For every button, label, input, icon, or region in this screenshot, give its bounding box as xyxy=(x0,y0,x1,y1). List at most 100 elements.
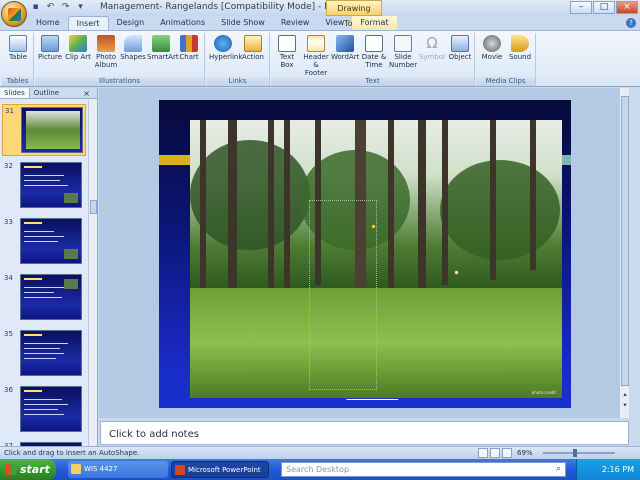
clock[interactable]: 2:16 PM xyxy=(602,465,634,474)
help-icon[interactable]: ? xyxy=(626,18,636,28)
photo-album-icon xyxy=(97,35,115,52)
slides-pane-scrollbar[interactable] xyxy=(88,100,97,446)
header-footer-button[interactable]: Header & Footer xyxy=(302,35,330,77)
thumbnail-text-line xyxy=(24,297,62,298)
tab-design[interactable]: Design xyxy=(109,16,153,30)
zoom-slider[interactable] xyxy=(543,449,615,457)
movie-button[interactable]: Movie xyxy=(478,35,506,61)
hyperlink-button-label: Hyperlink xyxy=(209,53,243,61)
slide-thumbnail-image xyxy=(21,107,83,153)
slide-thumbnail-image xyxy=(20,330,82,376)
start-button[interactable]: start xyxy=(0,459,56,480)
search-icon[interactable]: ⌕ xyxy=(556,464,561,474)
adjustment-handle[interactable] xyxy=(371,224,376,229)
save-icon[interactable]: ▪ xyxy=(30,2,41,13)
slide-thumbnail[interactable]: 33 xyxy=(2,216,86,268)
undo-icon[interactable]: ↶ xyxy=(45,2,56,13)
window-controls: – □ × xyxy=(570,1,638,14)
movie-button-label: Movie xyxy=(481,53,503,61)
picture-button[interactable]: Picture xyxy=(36,35,64,61)
slide-thumbnail[interactable]: 35 xyxy=(2,328,86,380)
scrollbar-thumb[interactable] xyxy=(621,96,629,386)
table-button[interactable]: Table xyxy=(4,35,32,61)
zoom-level[interactable]: 69% xyxy=(517,449,533,457)
text-box-button[interactable]: Text Box xyxy=(273,35,301,69)
next-slide-icon[interactable]: ⯆ xyxy=(621,402,629,410)
slide-thumbnails: 31 32 33 34 35 36 37 xyxy=(0,100,88,446)
slide-scrollbar[interactable]: ⯅ ⯆ xyxy=(619,88,629,418)
thumbnail-title xyxy=(24,166,42,168)
shapes-button[interactable]: Shapes xyxy=(119,35,147,61)
tab-insert[interactable]: Insert xyxy=(67,16,109,30)
hyperlink-button[interactable]: Hyperlink xyxy=(209,35,242,61)
office-button[interactable] xyxy=(1,1,27,27)
redo-icon[interactable]: ↷ xyxy=(60,2,71,13)
tab-view[interactable]: View xyxy=(317,16,352,30)
slide-number-button[interactable]: Slide Number xyxy=(389,35,417,69)
slide-thumbnail[interactable]: 36 xyxy=(2,384,86,436)
wordart-button[interactable]: WordArt xyxy=(331,35,359,61)
calendar-icon xyxy=(365,35,383,52)
tab-review[interactable]: Review xyxy=(273,16,318,30)
chart-button-label: Chart xyxy=(179,53,199,61)
qat-dropdown-icon[interactable]: ▾ xyxy=(75,2,86,13)
autoshape-outline[interactable] xyxy=(309,200,377,390)
resize-handle[interactable] xyxy=(454,270,459,275)
clip-art-button[interactable]: Clip Art xyxy=(64,35,92,61)
object-icon xyxy=(451,35,469,52)
thumbnail-text-line xyxy=(24,409,58,410)
tab-slides[interactable]: Slides xyxy=(0,88,30,98)
thumbnail-text-line xyxy=(24,231,54,232)
photo-album-button[interactable]: Photo Album xyxy=(92,35,120,69)
thumbnail-text-line xyxy=(24,185,68,186)
close-button[interactable]: × xyxy=(616,1,638,14)
title-bar: ▪ ↶ ↷ ▾ Management- Rangelands [Compatib… xyxy=(0,0,640,28)
current-slide[interactable]: Bottlebrush threeawn photo credit xyxy=(159,100,571,408)
object-button[interactable]: Object xyxy=(446,35,474,61)
desktop-search[interactable]: Search Desktop ⌕ xyxy=(281,462,566,477)
slide-number: 31 xyxy=(5,107,14,115)
tab-outline[interactable]: Outline xyxy=(30,88,63,98)
notes-pane[interactable]: Click to add notes xyxy=(100,421,629,445)
tab-animations[interactable]: Animations xyxy=(152,16,213,30)
date-time-button[interactable]: Date & Time xyxy=(360,35,388,69)
slide-show-view-button[interactable] xyxy=(502,448,512,458)
minimize-button[interactable]: – xyxy=(570,1,592,14)
slide-thumbnail[interactable]: 34 xyxy=(2,272,86,324)
taskbar-item-powerpoint[interactable]: Microsoft PowerPoint ... xyxy=(171,461,269,478)
slide-thumbnail[interactable]: 32 xyxy=(2,160,86,212)
thumbnail-text-line xyxy=(24,353,64,354)
maximize-button[interactable]: □ xyxy=(593,1,615,14)
normal-view-button[interactable] xyxy=(478,448,488,458)
search-input[interactable]: Search Desktop xyxy=(286,465,349,474)
tab-home[interactable]: Home xyxy=(28,16,68,30)
chart-button[interactable]: Chart xyxy=(175,35,203,61)
scrollbar-thumb[interactable] xyxy=(90,200,97,214)
slide-sorter-view-button[interactable] xyxy=(490,448,500,458)
smartart-button[interactable]: SmartArt xyxy=(147,35,179,61)
taskbar-item-folder[interactable]: WIS 4427 xyxy=(68,461,168,478)
zoom-slider-thumb[interactable] xyxy=(573,449,577,457)
tab-format[interactable]: Format xyxy=(352,16,397,30)
tree-trunk xyxy=(284,120,290,290)
status-message: Click and drag to insert an AutoShape. xyxy=(4,449,140,457)
tree-trunk xyxy=(200,120,206,310)
shapes-button-label: Shapes xyxy=(120,53,146,61)
tab-slide-show[interactable]: Slide Show xyxy=(213,16,273,30)
smartart-button-label: SmartArt xyxy=(147,53,179,61)
photo-credit: photo credit xyxy=(531,390,556,395)
thumbnail-title xyxy=(24,278,42,280)
slide-number: 34 xyxy=(4,274,13,282)
close-pane-icon[interactable]: × xyxy=(79,88,94,99)
sound-button[interactable]: Sound xyxy=(506,35,534,61)
slide-thumbnail[interactable]: 31 xyxy=(2,104,86,156)
group-label-tables: Tables xyxy=(2,77,33,86)
thumbnail-text-line xyxy=(24,348,60,349)
previous-slide-icon[interactable]: ⯅ xyxy=(621,392,629,400)
omega-icon: Ω xyxy=(426,34,438,52)
thumbnail-photo xyxy=(64,249,78,259)
action-button[interactable]: Action xyxy=(239,35,267,61)
thumbnail-photo xyxy=(64,279,78,289)
thumbnail-text-line xyxy=(24,175,64,176)
symbol-button[interactable]: Ω Symbol xyxy=(418,34,446,62)
